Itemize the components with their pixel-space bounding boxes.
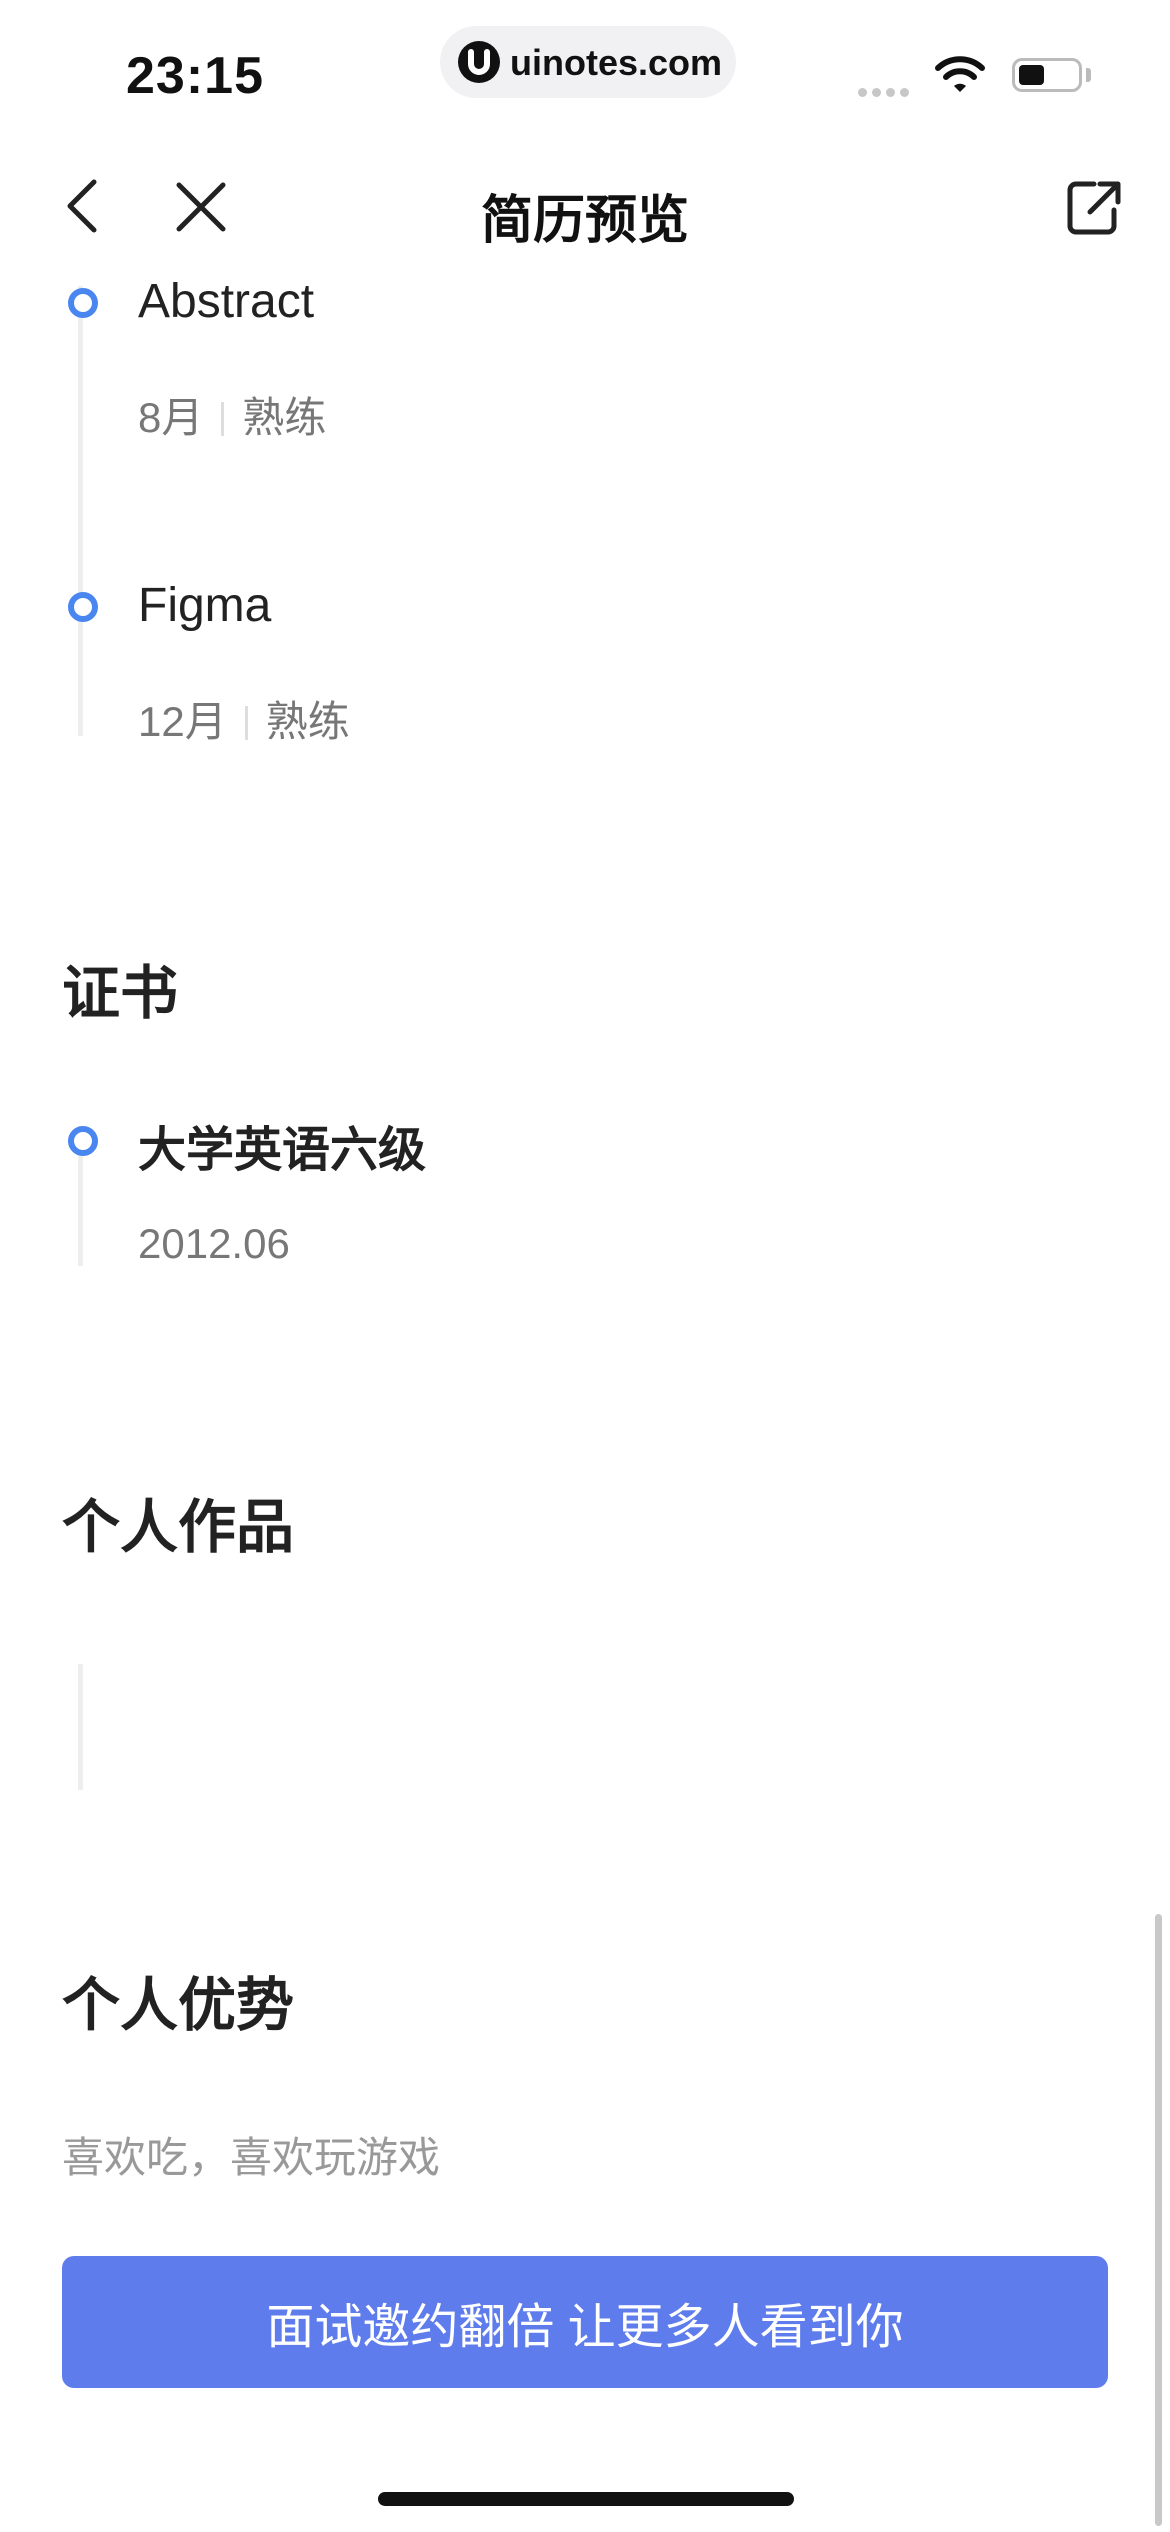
timeline-dot [68,592,98,622]
battery-tip [1086,68,1091,82]
skill-duration: 12月 [138,698,227,745]
site-logo-icon [458,41,500,83]
section-title-advantages: 个人优势 [62,1973,295,2038]
skills-timeline-line [78,286,83,736]
url-text: uinotes.com [510,42,723,83]
skill-meta: 8月 熟练 [138,384,326,445]
skill-level: 熟练 [242,394,327,441]
battery-level [1019,65,1044,85]
scrollbar[interactable] [1155,1914,1162,2526]
meta-divider [244,706,248,740]
timeline-dot [68,1126,98,1156]
section-title-works: 个人作品 [62,1495,295,1560]
skill-level: 熟练 [265,698,350,745]
skill-duration: 8月 [138,394,204,441]
page-title: 简历预览 [480,192,689,250]
url-pill[interactable]: uinotes.com [440,26,736,98]
status-time: 23:15 [126,47,264,105]
battery-icon [1012,58,1082,92]
timeline-dot [68,288,98,318]
share-button[interactable] [1064,176,1124,243]
boost-invitation-button[interactable]: 面试邀约翻倍 让更多人看到你 [62,2256,1108,2388]
certificate-date: 2012.06 [138,1220,290,1267]
cellular-signal-icon [858,84,914,102]
skill-meta: 12月 熟练 [138,688,350,749]
home-indicator[interactable] [378,2492,794,2506]
skill-name: Figma [138,579,272,632]
works-timeline-line [78,1664,83,1790]
advantages-text: 喜欢吃，喜欢玩游戏 [62,2134,441,2181]
section-title-certificates: 证书 [62,961,179,1026]
wifi-icon [934,54,986,101]
share-icon [1067,181,1121,235]
meta-divider [221,402,225,436]
skill-name: Abstract [138,275,315,328]
certificate-name: 大学英语六级 [138,1124,427,1177]
